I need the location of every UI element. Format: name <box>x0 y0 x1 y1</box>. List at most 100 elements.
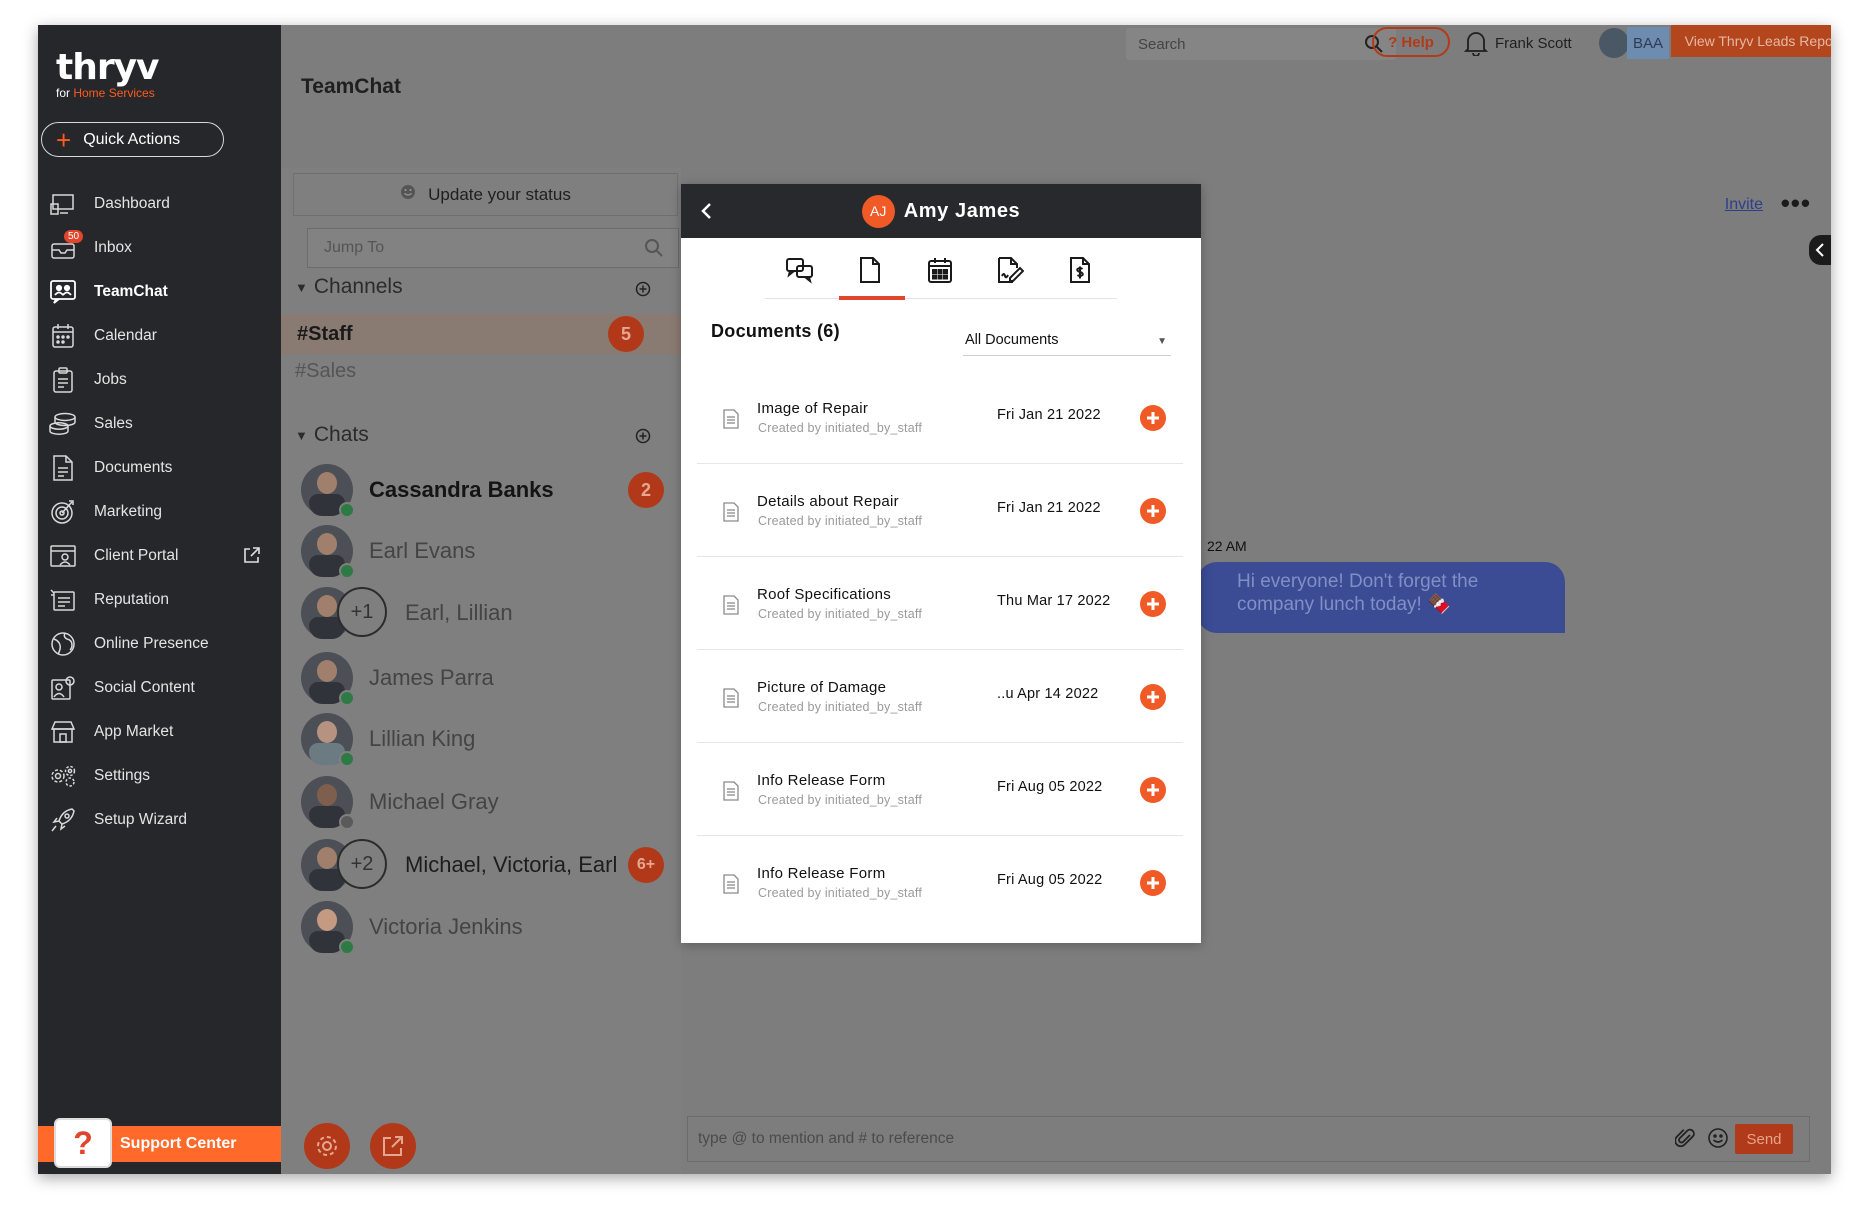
channels-header[interactable]: ▼ Channels <box>295 275 403 299</box>
update-status-button[interactable]: Update your status <box>293 173 678 216</box>
sidebar-item-jobs[interactable]: Jobs <box>38 358 281 402</box>
sidebar-item-label: Inbox <box>94 239 132 256</box>
document-icon <box>860 257 880 283</box>
chat-item[interactable]: +1 Earl, Lillian <box>301 584 681 642</box>
sidebar-item-dashboard[interactable]: Dashboard <box>38 182 281 226</box>
document-row[interactable]: Roof Specifications Created by initiated… <box>697 557 1183 650</box>
bell-icon[interactable] <box>1463 30 1489 61</box>
sidebar-item-app-market[interactable]: App Market <box>38 710 281 754</box>
documents-filter-select[interactable]: All Documents ▼ <box>963 332 1171 356</box>
chat-name: Earl, Lillian <box>405 600 513 625</box>
channel-name: #Staff <box>297 322 353 345</box>
contact-name: Amy James <box>903 199 1021 222</box>
sidebar-item-client-portal[interactable]: Client Portal <box>38 534 281 578</box>
channel-item-sales[interactable]: #Sales <box>295 351 681 391</box>
tab-documents[interactable] <box>835 254 905 300</box>
chat-item[interactable]: Cassandra Banks 2 <box>301 461 681 519</box>
invite-link[interactable]: Invite <box>1725 196 1763 214</box>
search-input[interactable]: Search <box>1126 28 1396 60</box>
sidebar-item-reputation[interactable]: Reputation <box>38 578 281 622</box>
sidebar-item-documents[interactable]: Documents <box>38 446 281 490</box>
filter-value: All Documents <box>965 332 1059 348</box>
document-creator: Created by initiated_by_staff <box>758 514 923 528</box>
document-date: Fri Jan 21 2022 <box>997 500 1101 516</box>
gears-icon <box>48 762 78 790</box>
calendar-icon <box>48 322 78 350</box>
emoji-icon[interactable] <box>1707 1127 1729 1149</box>
tab-invoices[interactable] <box>1045 254 1115 299</box>
document-row[interactable]: Info Release Form Created by initiated_b… <box>697 836 1183 929</box>
quick-actions-button[interactable]: + Quick Actions <box>41 122 224 157</box>
add-channel-icon[interactable] <box>635 281 651 302</box>
support-center-label: Support Center <box>120 1135 237 1152</box>
add-document-button[interactable] <box>1140 684 1166 710</box>
top-bar: TeamChat Search ? Help Frank Scott BAA V… <box>281 25 1831 168</box>
sidebar-item-calendar[interactable]: Calendar <box>38 314 281 358</box>
chat-item[interactable]: Earl Evans <box>301 522 681 580</box>
back-chevron-icon[interactable] <box>699 201 713 226</box>
channel-item-staff[interactable]: #Staff 5 <box>281 314 681 354</box>
message-input[interactable]: type @ to mention and # to reference Sen… <box>687 1116 1810 1162</box>
smiley-icon <box>400 184 416 205</box>
sidebar-item-online-presence[interactable]: Online Presence <box>38 622 281 666</box>
chat-name: Cassandra Banks <box>369 477 554 502</box>
external-link-icon[interactable] <box>243 546 261 569</box>
document-name: Picture of Damage <box>757 679 887 696</box>
contact-documents-modal: AJ Amy James Documents (6) All Documents… <box>681 184 1201 943</box>
sidebar-item-marketing[interactable]: Marketing <box>38 490 281 534</box>
chat-item[interactable]: Lillian King <box>301 710 681 768</box>
view-leads-report-button[interactable]: View Thryv Leads Report <box>1671 25 1831 57</box>
add-document-button[interactable] <box>1140 498 1166 524</box>
teamchat-icon <box>48 278 78 306</box>
group-count-avatar: +1 <box>337 587 387 637</box>
sidebar-item-inbox[interactable]: 50 Inbox <box>38 226 281 270</box>
document-row[interactable]: Info Release Form Created by initiated_b… <box>697 743 1183 836</box>
message-timestamp: 22 AM <box>1207 538 1247 554</box>
send-button[interactable]: Send <box>1735 1124 1793 1154</box>
sidebar-item-label: Dashboard <box>94 195 170 212</box>
plus-icon <box>1147 691 1159 703</box>
tab-signatures[interactable] <box>975 254 1045 299</box>
add-document-button[interactable] <box>1140 870 1166 896</box>
chat-item[interactable]: James Parra <box>301 649 681 707</box>
sidebar-item-label: Online Presence <box>94 635 209 652</box>
sidebar-item-settings[interactable]: Settings <box>38 754 281 798</box>
user-avatar[interactable] <box>1599 28 1629 58</box>
chat-settings-button[interactable] <box>301 1120 353 1172</box>
help-button[interactable]: ? Help <box>1372 27 1450 57</box>
add-document-button[interactable] <box>1140 591 1166 617</box>
chat-name: Michael Gray <box>369 789 499 814</box>
chat-item[interactable]: +2 Michael, Victoria, Earl 6+ <box>301 836 681 894</box>
composer-icons <box>1675 1127 1729 1149</box>
support-center-button[interactable]: ? Support Center <box>38 1118 281 1168</box>
document-name: Image of Repair <box>757 400 869 417</box>
document-row[interactable]: Picture of Damage Created by initiated_b… <box>697 650 1183 743</box>
sidebar-item-social-content[interactable]: Social Content <box>38 666 281 710</box>
user-name[interactable]: Frank Scott <box>1495 35 1572 52</box>
logo[interactable]: thryv for Home Services <box>56 47 160 100</box>
document-row[interactable]: Details about Repair Created by initiate… <box>697 464 1183 557</box>
sidebar-item-sales[interactable]: Sales <box>38 402 281 446</box>
chat-item[interactable]: Michael Gray <box>301 773 681 831</box>
tab-calendar[interactable] <box>905 254 975 299</box>
sidebar-item-teamchat[interactable]: TeamChat <box>38 270 281 314</box>
more-options-icon[interactable]: ••• <box>1781 188 1811 219</box>
chat-item[interactable]: Victoria Jenkins <box>301 898 681 956</box>
tab-conversations[interactable] <box>765 254 835 299</box>
org-badge[interactable]: BAA <box>1627 27 1669 59</box>
add-document-button[interactable] <box>1140 405 1166 431</box>
logo-subtitle: for Home Services <box>56 86 159 100</box>
collapse-panel-button[interactable] <box>1809 235 1831 265</box>
paperclip-icon[interactable] <box>1675 1127 1695 1149</box>
calendar-icon <box>928 258 952 283</box>
jump-to-input[interactable]: Jump To <box>307 228 679 268</box>
document-creator: Created by initiated_by_staff <box>758 700 923 714</box>
file-icon <box>722 781 740 806</box>
chats-header[interactable]: ▼ Chats <box>295 423 369 447</box>
pop-out-button[interactable] <box>367 1120 419 1172</box>
document-row[interactable]: Image of Repair Created by initiated_by_… <box>697 371 1183 464</box>
add-document-button[interactable] <box>1140 777 1166 803</box>
add-chat-icon[interactable] <box>635 428 651 449</box>
document-name: Details about Repair <box>757 493 899 510</box>
sidebar-item-setup-wizard[interactable]: Setup Wizard <box>38 798 281 842</box>
